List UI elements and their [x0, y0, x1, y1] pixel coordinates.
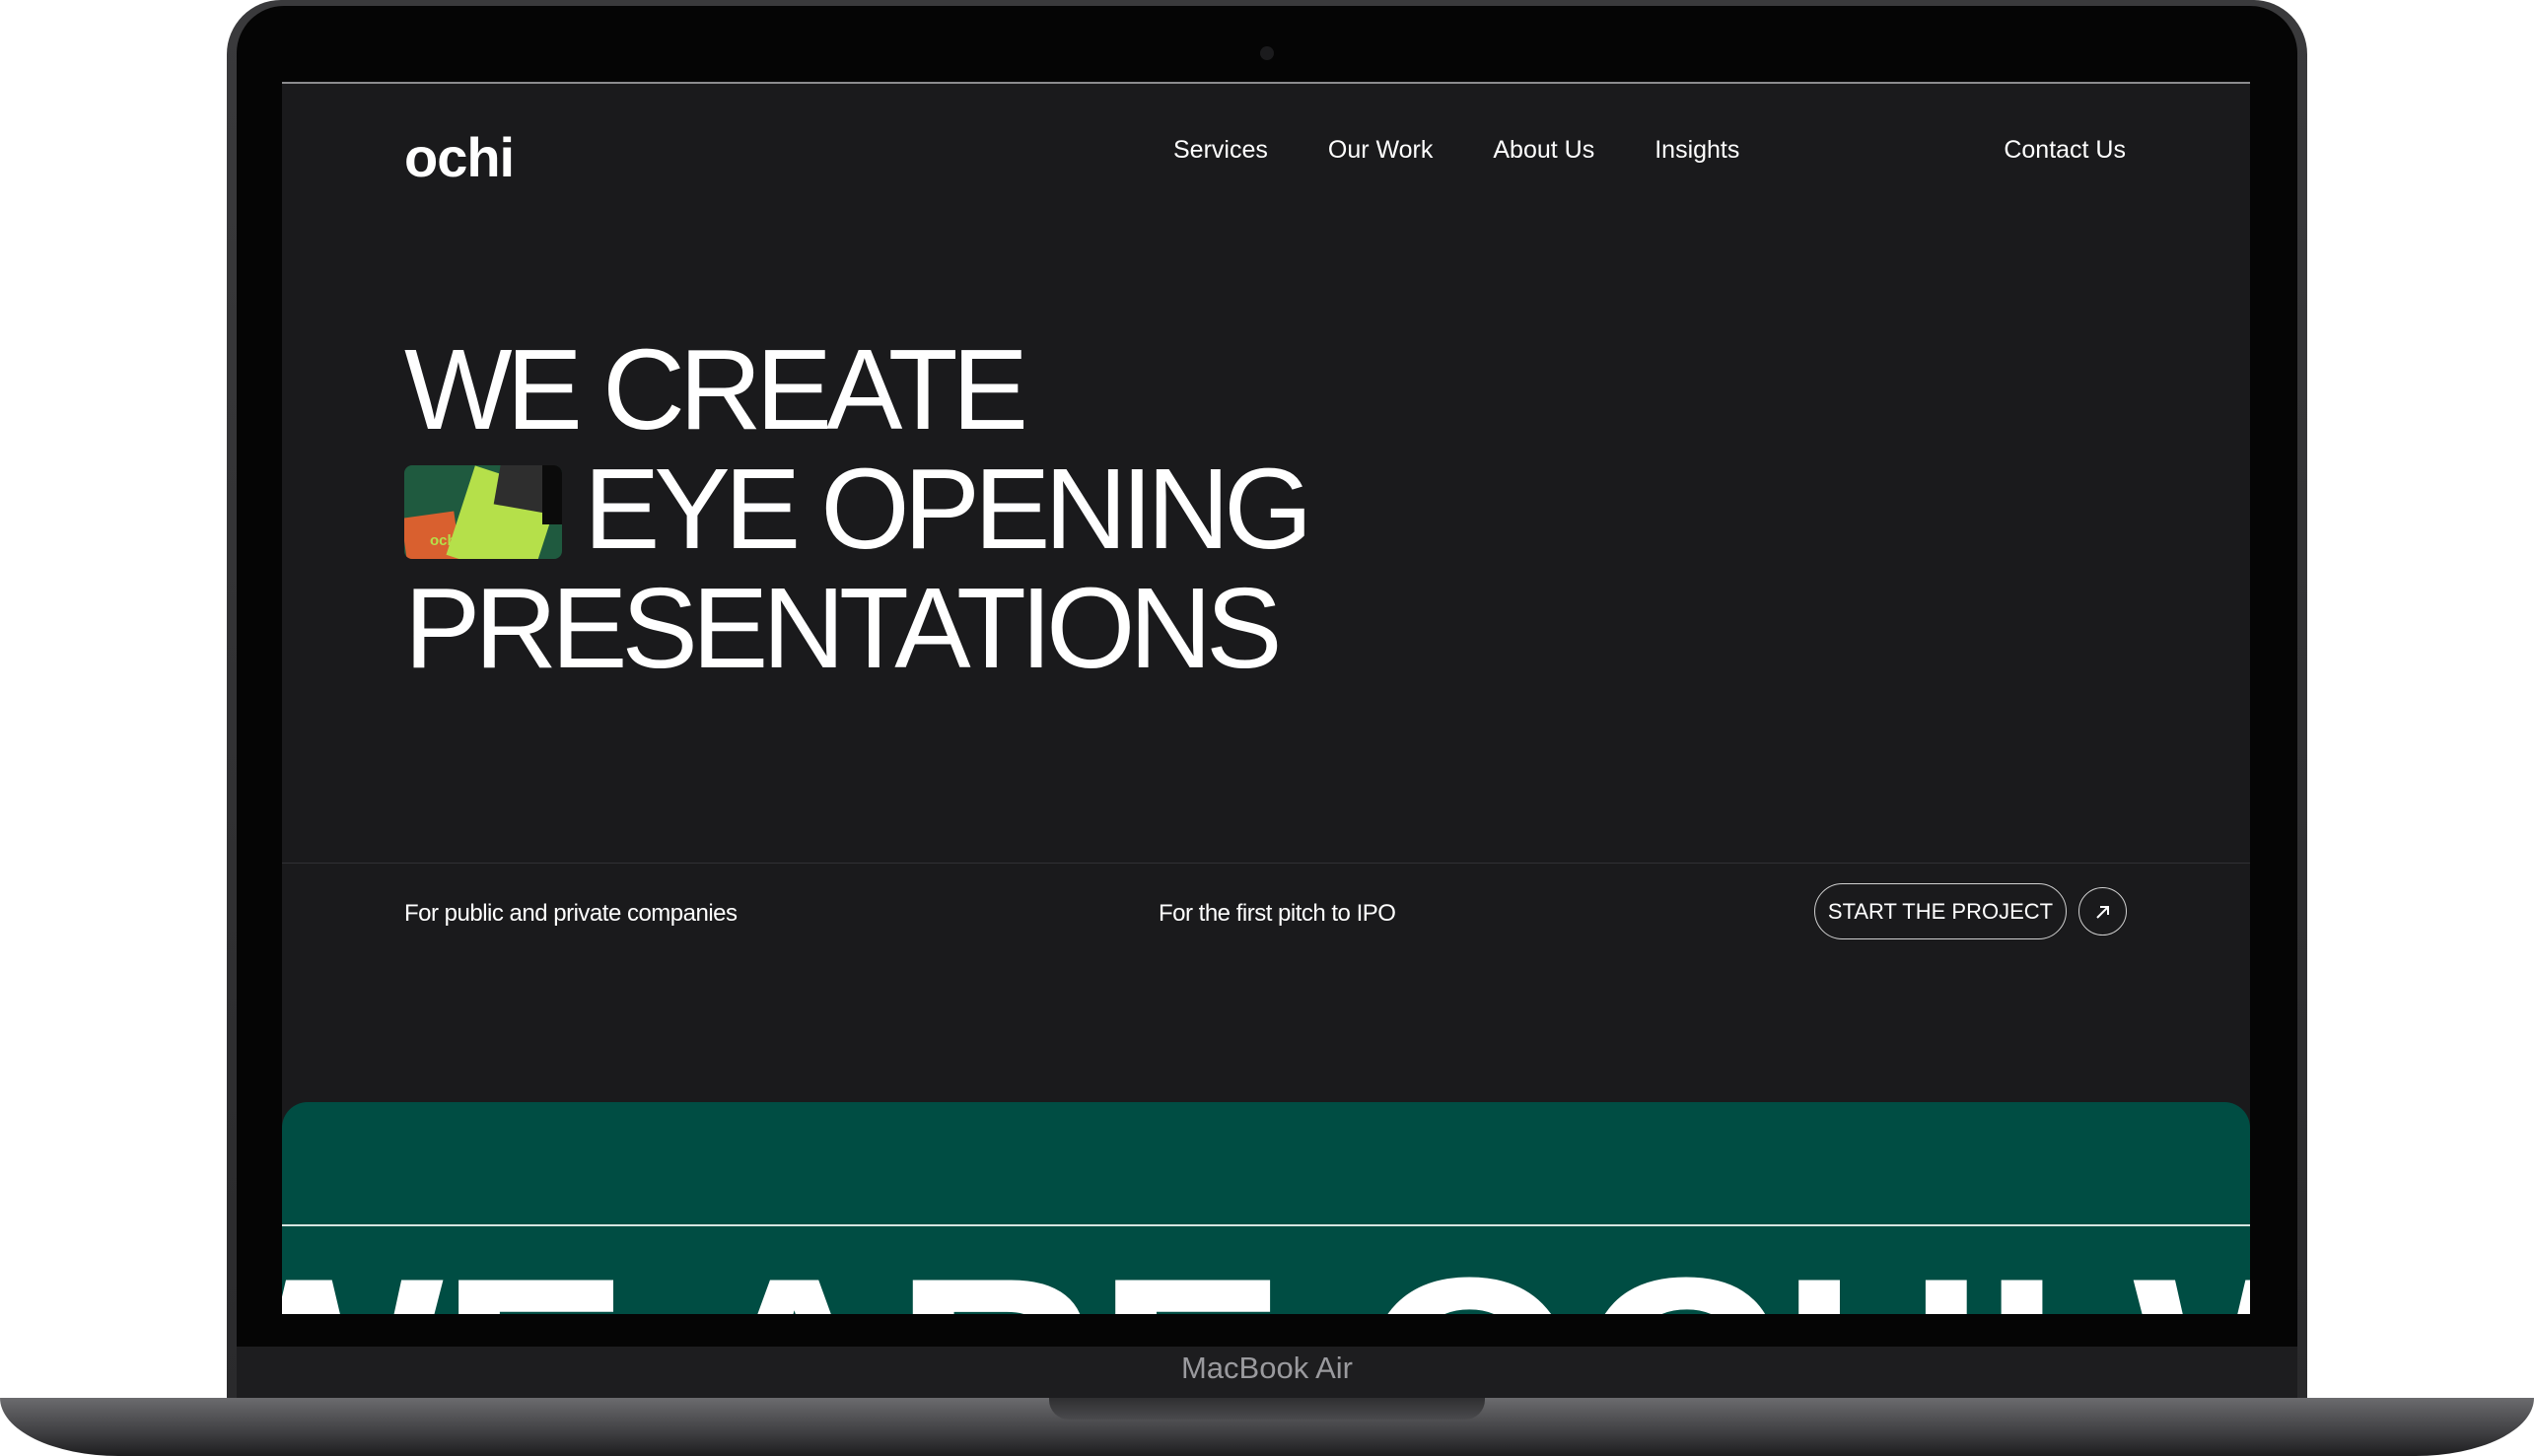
nav-link-services[interactable]: Services [1173, 136, 1268, 165]
marquee-section: WE ARE OCHI WE ARE OCHI [282, 1102, 2250, 1314]
nav-link-about-us[interactable]: About Us [1493, 136, 1594, 165]
website-screen: ochi Services Our Work About Us Insights… [282, 82, 2250, 1314]
hero-thumbnail-image: ochi ochi [404, 464, 562, 559]
hero-line-2: ochi ochi EYE OPENING [404, 450, 1312, 569]
audience-tag-ipo: For the first pitch to IPO [1159, 900, 1396, 927]
hero-line-2-text: EYE OPENING [584, 445, 1312, 573]
hero-line-3: PRESENTATIONS [404, 564, 1283, 692]
nav-link-contact-us[interactable]: Contact Us [2004, 136, 2126, 165]
laptop-notch [1049, 1398, 1485, 1420]
arrow-up-right-icon[interactable] [2078, 887, 2127, 936]
device-label: MacBook Air [1180, 1351, 1353, 1385]
marquee-text: WE ARE OCHI WE ARE OCHI [282, 1230, 2250, 1314]
hero-line-1: WE CREATE [404, 325, 1028, 453]
nav-link-insights[interactable]: Insights [1654, 136, 1739, 165]
top-nav: ochi Services Our Work About Us Insights… [282, 84, 2250, 232]
hero-heading: WE CREATE ochi ochi EYE OPENING PRESENTA… [404, 325, 1312, 692]
nav-link-our-work[interactable]: Our Work [1328, 136, 1434, 165]
thumbnail-logo-text-1: ochi [430, 531, 460, 549]
section-divider [282, 863, 2250, 864]
camera-icon [1260, 46, 1274, 60]
ochi-logo[interactable]: ochi [404, 125, 515, 189]
start-project-button[interactable]: START THE PROJECT [1814, 883, 2067, 939]
audience-tag-companies: For public and private companies [404, 900, 738, 927]
nav-links: Services Our Work About Us Insights [1173, 136, 1799, 165]
